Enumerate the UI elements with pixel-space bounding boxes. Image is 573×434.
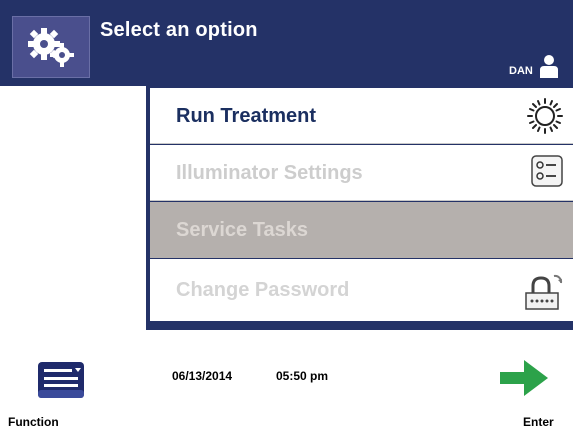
menu-item-label: Service Tasks	[176, 219, 308, 241]
menu-item-run-treatment[interactable]: Run Treatment	[150, 88, 573, 144]
menu-item-illuminator-settings[interactable]: Illuminator Settings	[150, 145, 573, 201]
user-name: DAN	[509, 65, 533, 77]
settings-list-icon	[531, 155, 563, 187]
keyboard-menu-icon[interactable]	[36, 360, 86, 400]
menu-item-label: Run Treatment	[176, 105, 317, 127]
user-icon	[540, 55, 558, 78]
function-label: Function	[8, 415, 59, 429]
menu-item-change-password[interactable]: Change Password	[150, 259, 573, 321]
page-title: Select an option	[100, 19, 258, 41]
enter-label: Enter	[523, 415, 554, 429]
arrow-right-icon[interactable]	[497, 356, 553, 400]
time-display: 05:50 pm	[276, 369, 329, 383]
gears-icon	[28, 28, 74, 67]
menu-item-label: Change Password	[176, 279, 350, 301]
menu-item-label: Illuminator Settings	[176, 162, 363, 184]
sun-icon	[527, 98, 563, 134]
settings-button[interactable]	[12, 16, 90, 78]
date-display: 06/13/2014	[172, 369, 233, 383]
lock-password-icon	[525, 274, 563, 310]
menu-item-service-tasks[interactable]: Service Tasks	[150, 202, 573, 258]
